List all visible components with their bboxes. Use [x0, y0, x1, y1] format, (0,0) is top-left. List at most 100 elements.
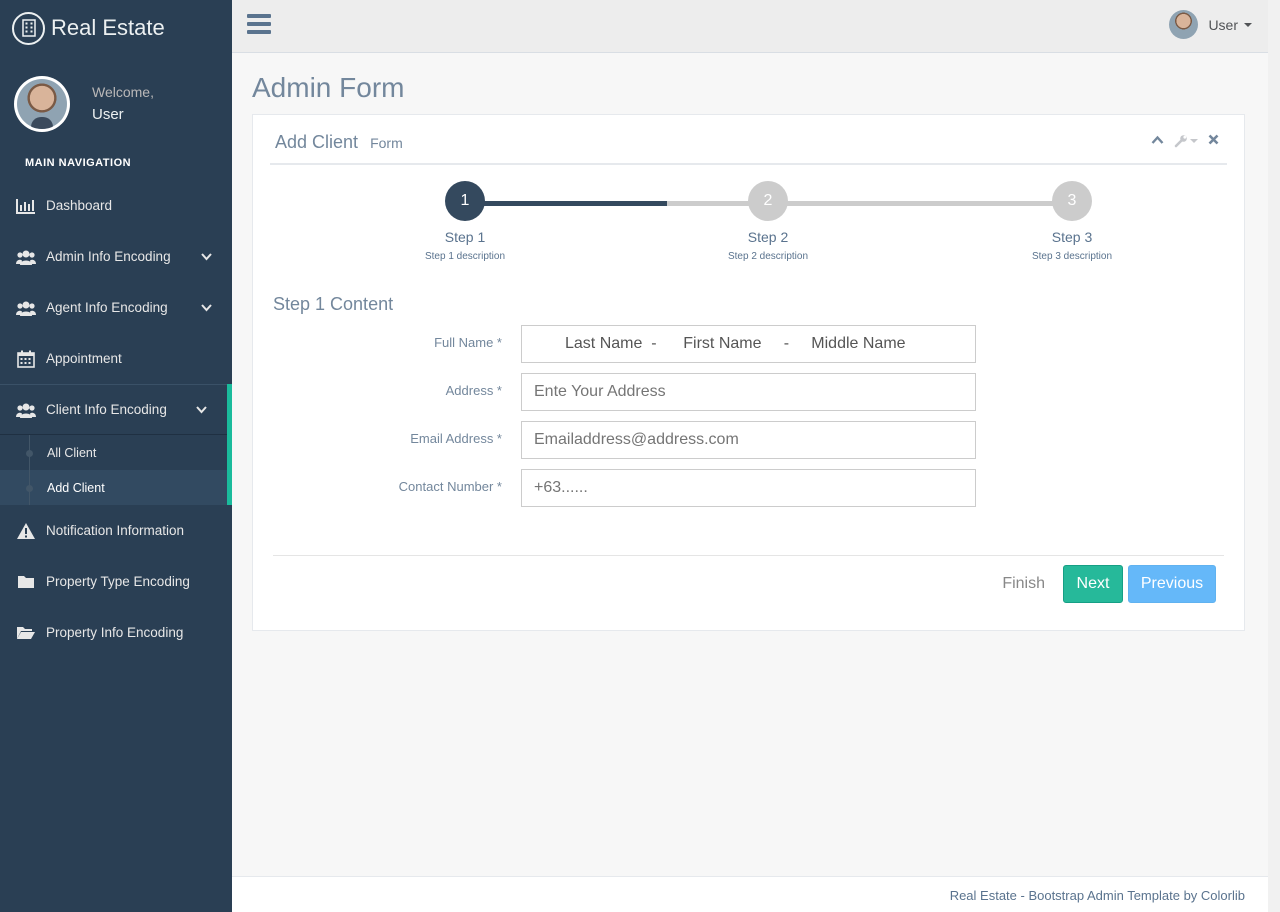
- email-label: Email Address *: [410, 431, 502, 446]
- full-name-label: Full Name *: [434, 335, 502, 350]
- footer-text: Real Estate - Bootstrap Admin Template b…: [950, 888, 1245, 903]
- welcome-text: Welcome,: [92, 84, 154, 100]
- sidebar-menu: Dashboard Admin Info Encoding Agent Info…: [0, 180, 232, 435]
- address-input[interactable]: [521, 373, 976, 411]
- sidebar-item-admin-info[interactable]: Admin Info Encoding: [0, 231, 232, 282]
- menu-toggle-icon[interactable]: [247, 14, 271, 34]
- calendar-icon: [16, 350, 36, 368]
- full-name-row: Full Name * Last Name - First Name - Mid…: [253, 325, 1246, 363]
- folder-open-icon: [16, 624, 36, 642]
- wizard-actions: Finish Next Previous: [990, 565, 1216, 603]
- client-submenu: All Client Add Client: [0, 435, 232, 505]
- first-name-text: First Name: [683, 335, 762, 352]
- address-row: Address *: [253, 373, 1246, 411]
- step-label: Step 2: [747, 229, 789, 245]
- form-panel: Add Client Form 1 Step 1 Step 1 descripti…: [252, 114, 1245, 631]
- sidebar-item-label: Agent Info Encoding: [46, 300, 168, 315]
- contact-row: Contact Number *: [253, 469, 1246, 507]
- collapse-icon[interactable]: [1151, 133, 1164, 148]
- contact-label: Contact Number *: [398, 479, 502, 494]
- users-icon: [16, 248, 36, 266]
- sidebar-item-label: Dashboard: [46, 198, 113, 213]
- footer-credit: Real Estate - Bootstrap Admin Template b…: [949, 888, 1201, 903]
- avatar: [1169, 10, 1199, 39]
- sidebar-item-notification[interactable]: Notification Information: [0, 505, 232, 556]
- user-menu-label: User: [1208, 16, 1238, 33]
- next-button[interactable]: Next: [1063, 565, 1123, 603]
- wizard-steps: 1 Step 1 Step 1 description 2 Step 2 Ste…: [253, 181, 1246, 271]
- chevron-down-icon: [201, 251, 212, 266]
- sidebar-item-label: Appointment: [46, 351, 122, 366]
- sidebar-item-label: Property Info Encoding: [46, 625, 184, 640]
- last-name-text: Last Name: [565, 335, 643, 352]
- top-navbar: User: [232, 0, 1268, 53]
- panel-header: Add Client Form: [270, 115, 1227, 165]
- nav-section-title: MAIN NAVIGATION: [25, 157, 132, 169]
- sidebar-item-label: Property Type Encoding: [46, 574, 190, 589]
- sidebar-subitem-label: Add Client: [47, 480, 105, 495]
- contact-input[interactable]: [521, 469, 976, 507]
- building-icon: [12, 11, 45, 45]
- panel-subtitle: Form: [370, 135, 403, 151]
- users-icon: [16, 299, 36, 317]
- bar-chart-icon: [16, 197, 36, 215]
- sidebar-item-label: Client Info Encoding: [46, 402, 167, 417]
- warning-icon: [16, 522, 36, 540]
- full-name-field[interactable]: Last Name - First Name - Middle Name: [521, 325, 976, 363]
- middle-name-text: Middle Name: [811, 335, 906, 352]
- step-number: 2: [748, 181, 788, 221]
- footer: Real Estate - Bootstrap Admin Template b…: [232, 876, 1268, 912]
- name-separator: -: [761, 335, 812, 352]
- profile-name: User: [92, 106, 124, 123]
- caret-down-icon: [1244, 22, 1252, 27]
- sidebar-item-dashboard[interactable]: Dashboard: [0, 180, 232, 231]
- panel-title: Add Client Form: [275, 132, 403, 153]
- step-number: 1: [445, 181, 485, 221]
- sidebar-item-property-info[interactable]: Property Info Encoding: [0, 607, 232, 658]
- sidebar-item-agent-info[interactable]: Agent Info Encoding: [0, 282, 232, 333]
- actions-divider: [273, 555, 1224, 556]
- step-description: Step 2 description: [727, 251, 809, 262]
- brand[interactable]: Real Estate: [0, 0, 232, 56]
- email-row: Email Address *: [253, 421, 1246, 459]
- page-scrollbar[interactable]: [1268, 0, 1280, 912]
- panel-title-text: Add Client: [275, 132, 359, 152]
- wizard-step-2[interactable]: 2 Step 2 Step 2 description: [708, 181, 828, 262]
- step-description: Step 3 description: [1031, 251, 1113, 262]
- panel-toolbox: [1151, 133, 1219, 148]
- close-icon[interactable]: [1208, 133, 1219, 148]
- footer-link[interactable]: Colorlib: [1201, 888, 1245, 903]
- profile: Welcome, User: [0, 56, 232, 133]
- sidebar-item-client-info[interactable]: Client Info Encoding: [0, 384, 232, 435]
- step-label: Step 1: [444, 229, 486, 245]
- chevron-down-icon: [196, 404, 207, 419]
- sidebar-subitem-add-client[interactable]: Add Client: [0, 470, 227, 505]
- wizard-step-3[interactable]: 3 Step 3 Step 3 description: [1012, 181, 1132, 262]
- finish-button[interactable]: Finish: [990, 565, 1063, 603]
- step-description: Step 1 description: [424, 251, 506, 262]
- address-label: Address *: [445, 383, 502, 398]
- step-label: Step 3: [1051, 229, 1093, 245]
- user-dropdown[interactable]: User: [1169, 10, 1252, 39]
- sidebar-item-label: Admin Info Encoding: [46, 249, 171, 264]
- wrench-icon[interactable]: [1174, 134, 1198, 148]
- sidebar-subitem-all-client[interactable]: All Client: [0, 435, 227, 470]
- sidebar-item-appointment[interactable]: Appointment: [0, 333, 232, 384]
- sidebar-menu-lower: Notification Information Property Type E…: [0, 505, 232, 658]
- wizard-step-1[interactable]: 1 Step 1 Step 1 description: [405, 181, 525, 262]
- sidebar-item-property-type[interactable]: Property Type Encoding: [0, 556, 232, 607]
- brand-title: Real Estate: [51, 15, 165, 40]
- email-input[interactable]: [521, 421, 976, 459]
- sidebar-item-label: Notification Information: [46, 523, 185, 538]
- step-content-title: Step 1 Content: [273, 294, 394, 314]
- folder-icon: [16, 573, 36, 591]
- chevron-down-icon: [201, 302, 212, 317]
- avatar: [14, 75, 70, 132]
- users-icon: [16, 401, 36, 419]
- previous-button[interactable]: Previous: [1128, 565, 1216, 603]
- sidebar: Real Estate Welcome, User MAIN NAVIGATIO…: [0, 0, 232, 912]
- name-separator: -: [642, 335, 684, 352]
- page-title: Admin Form: [252, 72, 405, 103]
- step-number: 3: [1052, 181, 1092, 221]
- sidebar-subitem-label: All Client: [47, 445, 97, 460]
